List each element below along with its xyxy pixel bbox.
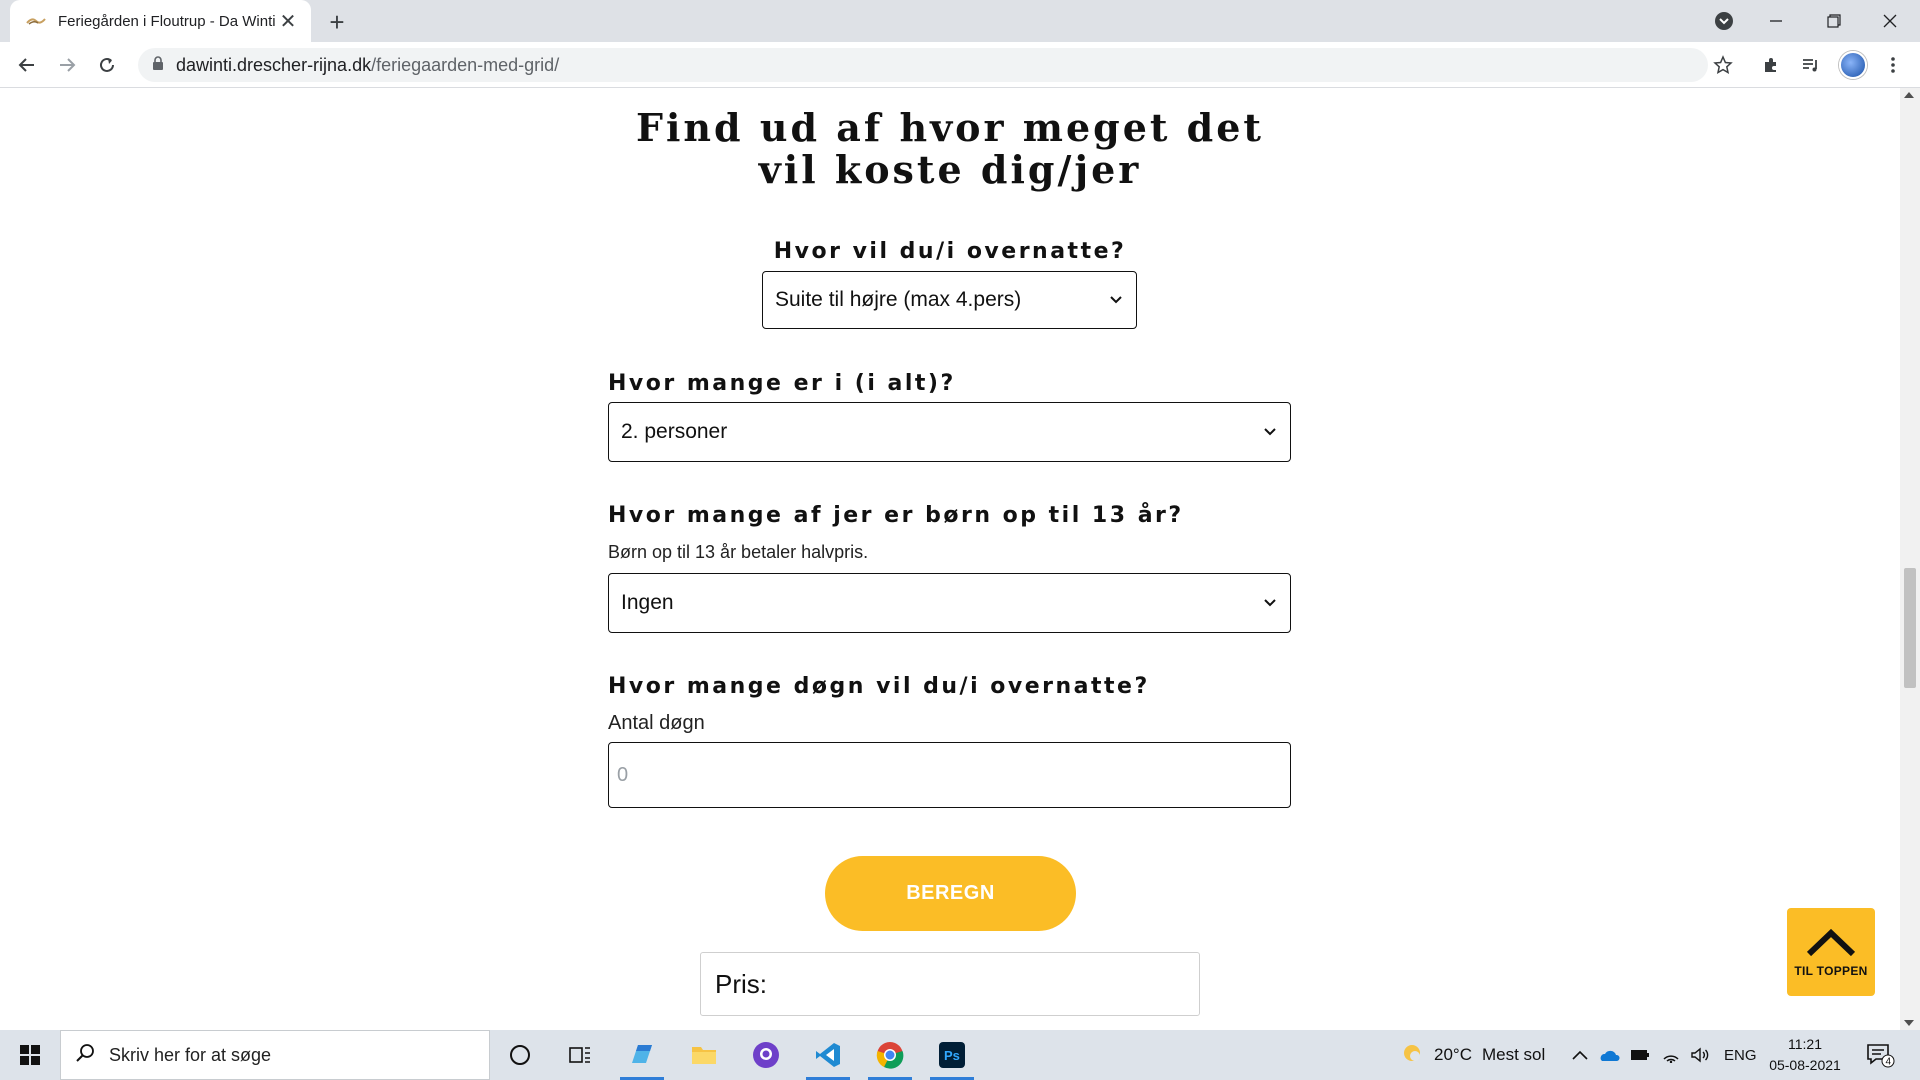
children-select-value: Ingen xyxy=(621,591,674,614)
browser-tab[interactable]: Feriegården i Floutrup - Da Winti ✕ xyxy=(10,0,311,42)
nights-help-text: Antal døgn xyxy=(608,712,705,734)
notification-center-icon[interactable]: 4 xyxy=(1866,1030,1896,1080)
weather-temp: 20°C xyxy=(1434,1045,1472,1064)
cortana-icon[interactable] xyxy=(490,1030,550,1080)
page-viewport: Find ud af hvor meget det vil koste dig/… xyxy=(0,88,1900,1030)
bookmark-star-icon[interactable] xyxy=(1708,50,1738,80)
search-icon xyxy=(75,1043,95,1068)
volume-icon[interactable] xyxy=(1690,1030,1710,1080)
guests-label: Hvor mange er i (i alt)? xyxy=(608,371,956,396)
file-explorer-icon[interactable] xyxy=(674,1030,734,1080)
url-path: /feriegaarden-med-grid/ xyxy=(371,54,560,75)
weather-sun-icon xyxy=(1400,1041,1424,1070)
profile-avatar[interactable] xyxy=(1838,50,1868,80)
children-help-text: Børn op til 13 år betaler halvpris. xyxy=(608,542,869,562)
weather-widget[interactable]: 20°C Mest sol xyxy=(1400,1030,1545,1080)
svg-text:Ps: Ps xyxy=(944,1048,960,1063)
location-label: Hvor vil du/i overnatte? xyxy=(773,239,1127,264)
url-host: dawinti.drescher-rijna.dk xyxy=(176,54,372,75)
clock-date: 05-08-2021 xyxy=(1769,1057,1841,1073)
language-indicator[interactable]: ENG xyxy=(1724,1030,1757,1080)
taskbar-clock[interactable]: 11:21 05-08-2021 xyxy=(1765,1034,1845,1076)
onedrive-icon[interactable] xyxy=(1598,1030,1620,1080)
notification-count: 4 xyxy=(1886,1057,1892,1068)
wifi-icon[interactable] xyxy=(1662,1030,1680,1080)
feriegaarden-favicon-icon xyxy=(26,14,46,28)
tab-search-icon[interactable] xyxy=(1696,0,1752,42)
tray-chevron-up-icon[interactable] xyxy=(1572,1030,1588,1080)
clock-time: 11:21 xyxy=(1788,1036,1822,1052)
location-select[interactable]: Suite til højre (max 4.pers) xyxy=(762,271,1137,329)
browser-tab-bar: Feriegården i Floutrup - Da Winti ✕ + xyxy=(0,0,1920,42)
windows-taskbar: Skriv her for at søge Ps 20°C Mest sol E… xyxy=(0,1030,1920,1080)
guests-select[interactable]: 2. personer xyxy=(608,402,1291,462)
menu-dots-icon[interactable] xyxy=(1878,50,1908,80)
address-bar[interactable]: dawinti.drescher-rijna.dk/feriegaarden-m… xyxy=(138,48,1708,82)
media-control-icon[interactable] xyxy=(1796,50,1826,80)
forward-icon[interactable] xyxy=(52,50,82,80)
github-desktop-icon[interactable] xyxy=(736,1030,796,1080)
nights-label: Hvor mange døgn vil du/i overnatte? xyxy=(608,674,1150,699)
reload-icon[interactable] xyxy=(92,50,122,80)
minimize-icon[interactable] xyxy=(1748,0,1804,42)
avatar xyxy=(1839,51,1867,79)
browser-toolbar: dawinti.drescher-rijna.dk/feriegaarden-m… xyxy=(0,42,1920,88)
tab-close-icon[interactable]: ✕ xyxy=(277,10,299,33)
vscode-icon[interactable] xyxy=(798,1030,858,1080)
chrome-icon[interactable] xyxy=(860,1030,920,1080)
chevron-down-icon xyxy=(1110,293,1124,307)
nights-input[interactable]: 0 xyxy=(608,742,1291,808)
scroll-down-icon[interactable] xyxy=(1904,1020,1914,1026)
chevron-down-icon xyxy=(1264,596,1278,610)
children-select[interactable]: Ingen xyxy=(608,573,1291,633)
back-icon[interactable] xyxy=(12,50,42,80)
tab-title: Feriegården i Floutrup - Da Winti xyxy=(58,12,276,30)
task-view-icon[interactable] xyxy=(550,1030,610,1080)
new-tab-button[interactable]: + xyxy=(322,7,352,37)
weather-text: Mest sol xyxy=(1481,1045,1546,1064)
to-top-label: TIL TOPPEN xyxy=(1794,963,1868,978)
battery-icon[interactable] xyxy=(1630,1030,1650,1080)
calculate-button[interactable]: BEREGN xyxy=(825,856,1076,931)
url-text: dawinti.drescher-rijna.dk/feriegaarden-m… xyxy=(176,55,559,76)
taskbar-search-placeholder: Skriv her for at søge xyxy=(109,1044,272,1065)
to-top-button[interactable]: TIL TOPPEN xyxy=(1787,908,1875,996)
price-result-box: Pris: xyxy=(700,952,1200,1016)
page-scrollbar[interactable] xyxy=(1900,88,1920,1030)
chevron-down-icon xyxy=(1264,425,1278,439)
edge-legacy-app-icon[interactable] xyxy=(612,1030,672,1080)
lock-icon xyxy=(152,55,164,75)
page-title: Find ud af hvor meget det vil koste dig/… xyxy=(636,105,1264,192)
scroll-thumb[interactable] xyxy=(1904,568,1916,688)
scroll-up-icon[interactable] xyxy=(1904,92,1914,98)
photoshop-icon[interactable]: Ps xyxy=(922,1030,982,1080)
children-label: Hvor mange af jer er børn op til 13 år? xyxy=(608,503,1184,528)
close-window-icon[interactable] xyxy=(1862,0,1918,42)
restore-icon[interactable] xyxy=(1806,0,1862,42)
guests-select-value: 2. personer xyxy=(621,420,728,443)
extensions-icon[interactable] xyxy=(1756,50,1786,80)
taskbar-search-box[interactable]: Skriv her for at søge xyxy=(60,1030,490,1080)
chevron-up-icon xyxy=(1805,927,1857,962)
windows-start-icon[interactable] xyxy=(0,1030,60,1080)
location-select-value: Suite til højre (max 4.pers) xyxy=(775,288,1022,311)
price-label: Pris: xyxy=(715,968,767,999)
